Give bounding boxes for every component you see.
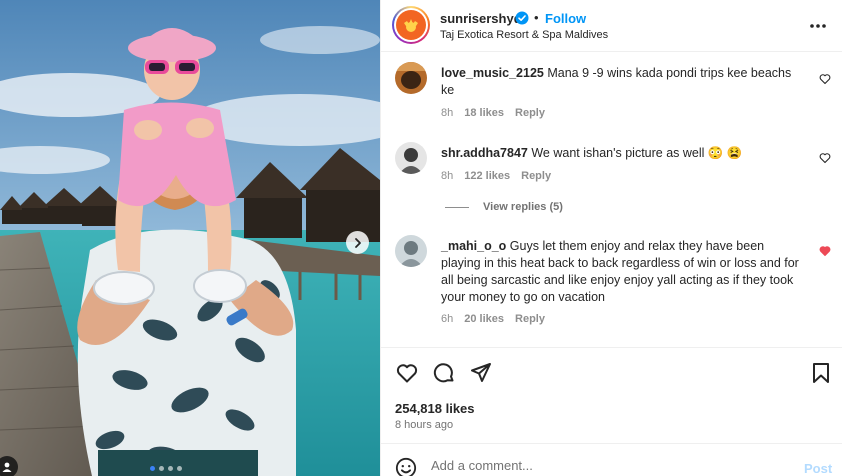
view-replies-label: View replies (5) bbox=[483, 201, 563, 213]
next-arrow-icon bbox=[354, 237, 361, 248]
share-icon[interactable] bbox=[469, 361, 493, 390]
post-timestamp: 8 hours ago bbox=[395, 419, 454, 431]
comment-heart-icon[interactable] bbox=[819, 244, 831, 262]
comment-text: We want ishan's picture as well 😳 😫 bbox=[531, 146, 743, 160]
carousel-dot bbox=[177, 466, 182, 471]
post-comment-button[interactable]: Post bbox=[804, 461, 832, 476]
carousel-dot bbox=[159, 466, 164, 471]
view-replies-button[interactable]: View replies (5) bbox=[445, 201, 563, 213]
commenter-avatar[interactable] bbox=[395, 142, 427, 174]
follow-button[interactable]: Follow bbox=[545, 11, 586, 26]
separator-dot: • bbox=[534, 10, 539, 25]
user-tag-button[interactable] bbox=[0, 456, 18, 476]
carousel-indicator bbox=[150, 466, 182, 471]
replies-divider-line bbox=[445, 206, 469, 208]
commenter-username[interactable]: _mahi_o_o bbox=[441, 239, 506, 253]
comment-age: 8h bbox=[441, 107, 454, 119]
carousel-dot bbox=[150, 466, 155, 471]
post-details-pane: sunrisershyd • Follow Taj Exotica Resort… bbox=[380, 0, 842, 476]
reply-button[interactable]: Reply bbox=[521, 170, 551, 182]
verified-badge-icon bbox=[515, 11, 529, 30]
comment-meta: 8h 18 likes Reply bbox=[441, 107, 545, 119]
user-tag-icon bbox=[2, 462, 12, 472]
avatar[interactable] bbox=[392, 6, 430, 44]
commenter-username[interactable]: shr.addha7847 bbox=[441, 146, 528, 160]
commenter-avatar[interactable] bbox=[395, 62, 427, 94]
post-actions-bar: 254,818 likes 8 hours ago bbox=[381, 347, 842, 443]
comment-icon[interactable] bbox=[432, 361, 456, 390]
comment-age: 6h bbox=[441, 313, 454, 325]
comment-text-block: _mahi_o_o Guys let them enjoy and relax … bbox=[441, 238, 801, 306]
more-options-icon[interactable] bbox=[809, 16, 827, 34]
comment-heart-icon[interactable] bbox=[819, 151, 831, 169]
post-username[interactable]: sunrisershyd bbox=[440, 11, 522, 26]
comment-input[interactable] bbox=[431, 458, 791, 473]
comment-text-block: shr.addha7847 We want ishan's picture as… bbox=[441, 145, 801, 162]
post-photo[interactable] bbox=[0, 0, 380, 476]
heart-icon[interactable] bbox=[395, 361, 419, 390]
commenter-username[interactable]: love_music_2125 bbox=[441, 66, 544, 80]
comment-likes[interactable]: 122 likes bbox=[464, 170, 510, 182]
comment-heart-icon[interactable] bbox=[819, 72, 831, 90]
comment-meta: 6h 20 likes Reply bbox=[441, 313, 545, 325]
photo-illustration bbox=[0, 0, 380, 476]
comment-text-block: love_music_2125 Mana 9 -9 wins kada pond… bbox=[441, 65, 801, 99]
post-header: sunrisershyd • Follow Taj Exotica Resort… bbox=[381, 0, 842, 52]
team-logo-icon bbox=[404, 19, 418, 32]
emoji-icon[interactable] bbox=[395, 457, 417, 476]
save-icon[interactable] bbox=[809, 361, 833, 390]
comment-likes[interactable]: 20 likes bbox=[464, 313, 504, 325]
comment-meta: 8h 122 likes Reply bbox=[441, 170, 551, 182]
next-photo-button[interactable] bbox=[346, 231, 369, 254]
reply-button[interactable]: Reply bbox=[515, 107, 545, 119]
post-location[interactable]: Taj Exotica Resort & Spa Maldives bbox=[440, 29, 608, 41]
add-comment-bar: Post bbox=[381, 443, 842, 476]
reply-button[interactable]: Reply bbox=[515, 313, 545, 325]
carousel-dot bbox=[168, 466, 173, 471]
post-like-count[interactable]: 254,818 likes bbox=[395, 401, 475, 416]
commenter-avatar[interactable] bbox=[395, 235, 427, 267]
comment-age: 8h bbox=[441, 170, 454, 182]
comment-likes[interactable]: 18 likes bbox=[464, 107, 504, 119]
